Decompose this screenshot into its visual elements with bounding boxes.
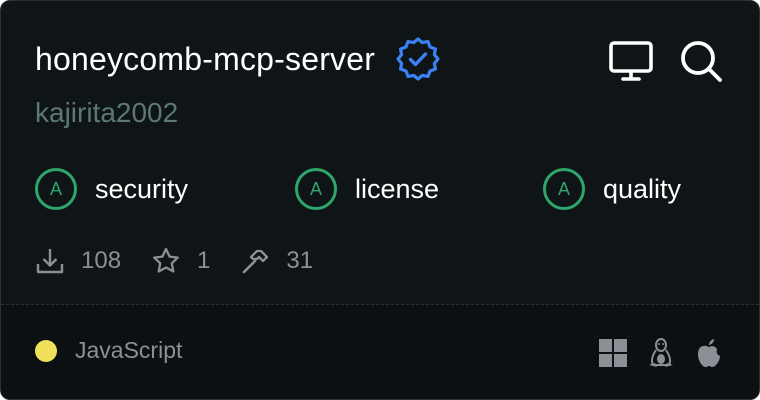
platform-icons bbox=[597, 337, 725, 369]
server-name[interactable]: honeycomb-mcp-server bbox=[35, 41, 375, 78]
badge-label: license bbox=[355, 173, 440, 204]
language-indicator: JavaScript bbox=[35, 337, 182, 364]
downloads-count: 108 bbox=[81, 247, 122, 274]
windows-icon bbox=[597, 337, 629, 369]
tools-count: 31 bbox=[286, 247, 314, 274]
download-icon bbox=[35, 246, 65, 276]
badge-label: quality bbox=[603, 173, 682, 204]
language-color-dot bbox=[35, 339, 57, 362]
linux-icon bbox=[645, 337, 677, 369]
title-row: honeycomb-mcp-server bbox=[35, 31, 441, 87]
license-badge[interactable]: A license bbox=[295, 165, 439, 213]
monitor-icon[interactable] bbox=[607, 37, 655, 85]
grade-circle: A bbox=[543, 168, 585, 210]
star-icon bbox=[151, 246, 181, 276]
badge-label: security bbox=[95, 173, 189, 204]
grade-circle: A bbox=[295, 168, 337, 210]
card-footer: JavaScript bbox=[1, 305, 759, 399]
stars-count: 1 bbox=[197, 247, 211, 274]
verified-badge-icon bbox=[395, 36, 441, 82]
header-actions bbox=[607, 37, 725, 85]
owner-name[interactable]: kajirita2002 bbox=[35, 97, 178, 129]
tools-stat: 31 bbox=[240, 246, 313, 276]
apple-icon bbox=[693, 337, 725, 369]
downloads-stat: 108 bbox=[35, 246, 121, 276]
language-name: JavaScript bbox=[75, 337, 183, 363]
quality-badge[interactable]: A quality bbox=[543, 165, 681, 213]
hammer-icon bbox=[240, 246, 270, 276]
stats-row: 108 1 31 bbox=[35, 241, 343, 281]
grade-circle: A bbox=[35, 168, 77, 210]
security-badge[interactable]: A security bbox=[35, 165, 188, 213]
search-icon[interactable] bbox=[677, 37, 725, 85]
stars-stat: 1 bbox=[151, 246, 210, 276]
server-card[interactable]: honeycomb-mcp-server kajirita2002 A secu bbox=[0, 0, 760, 400]
